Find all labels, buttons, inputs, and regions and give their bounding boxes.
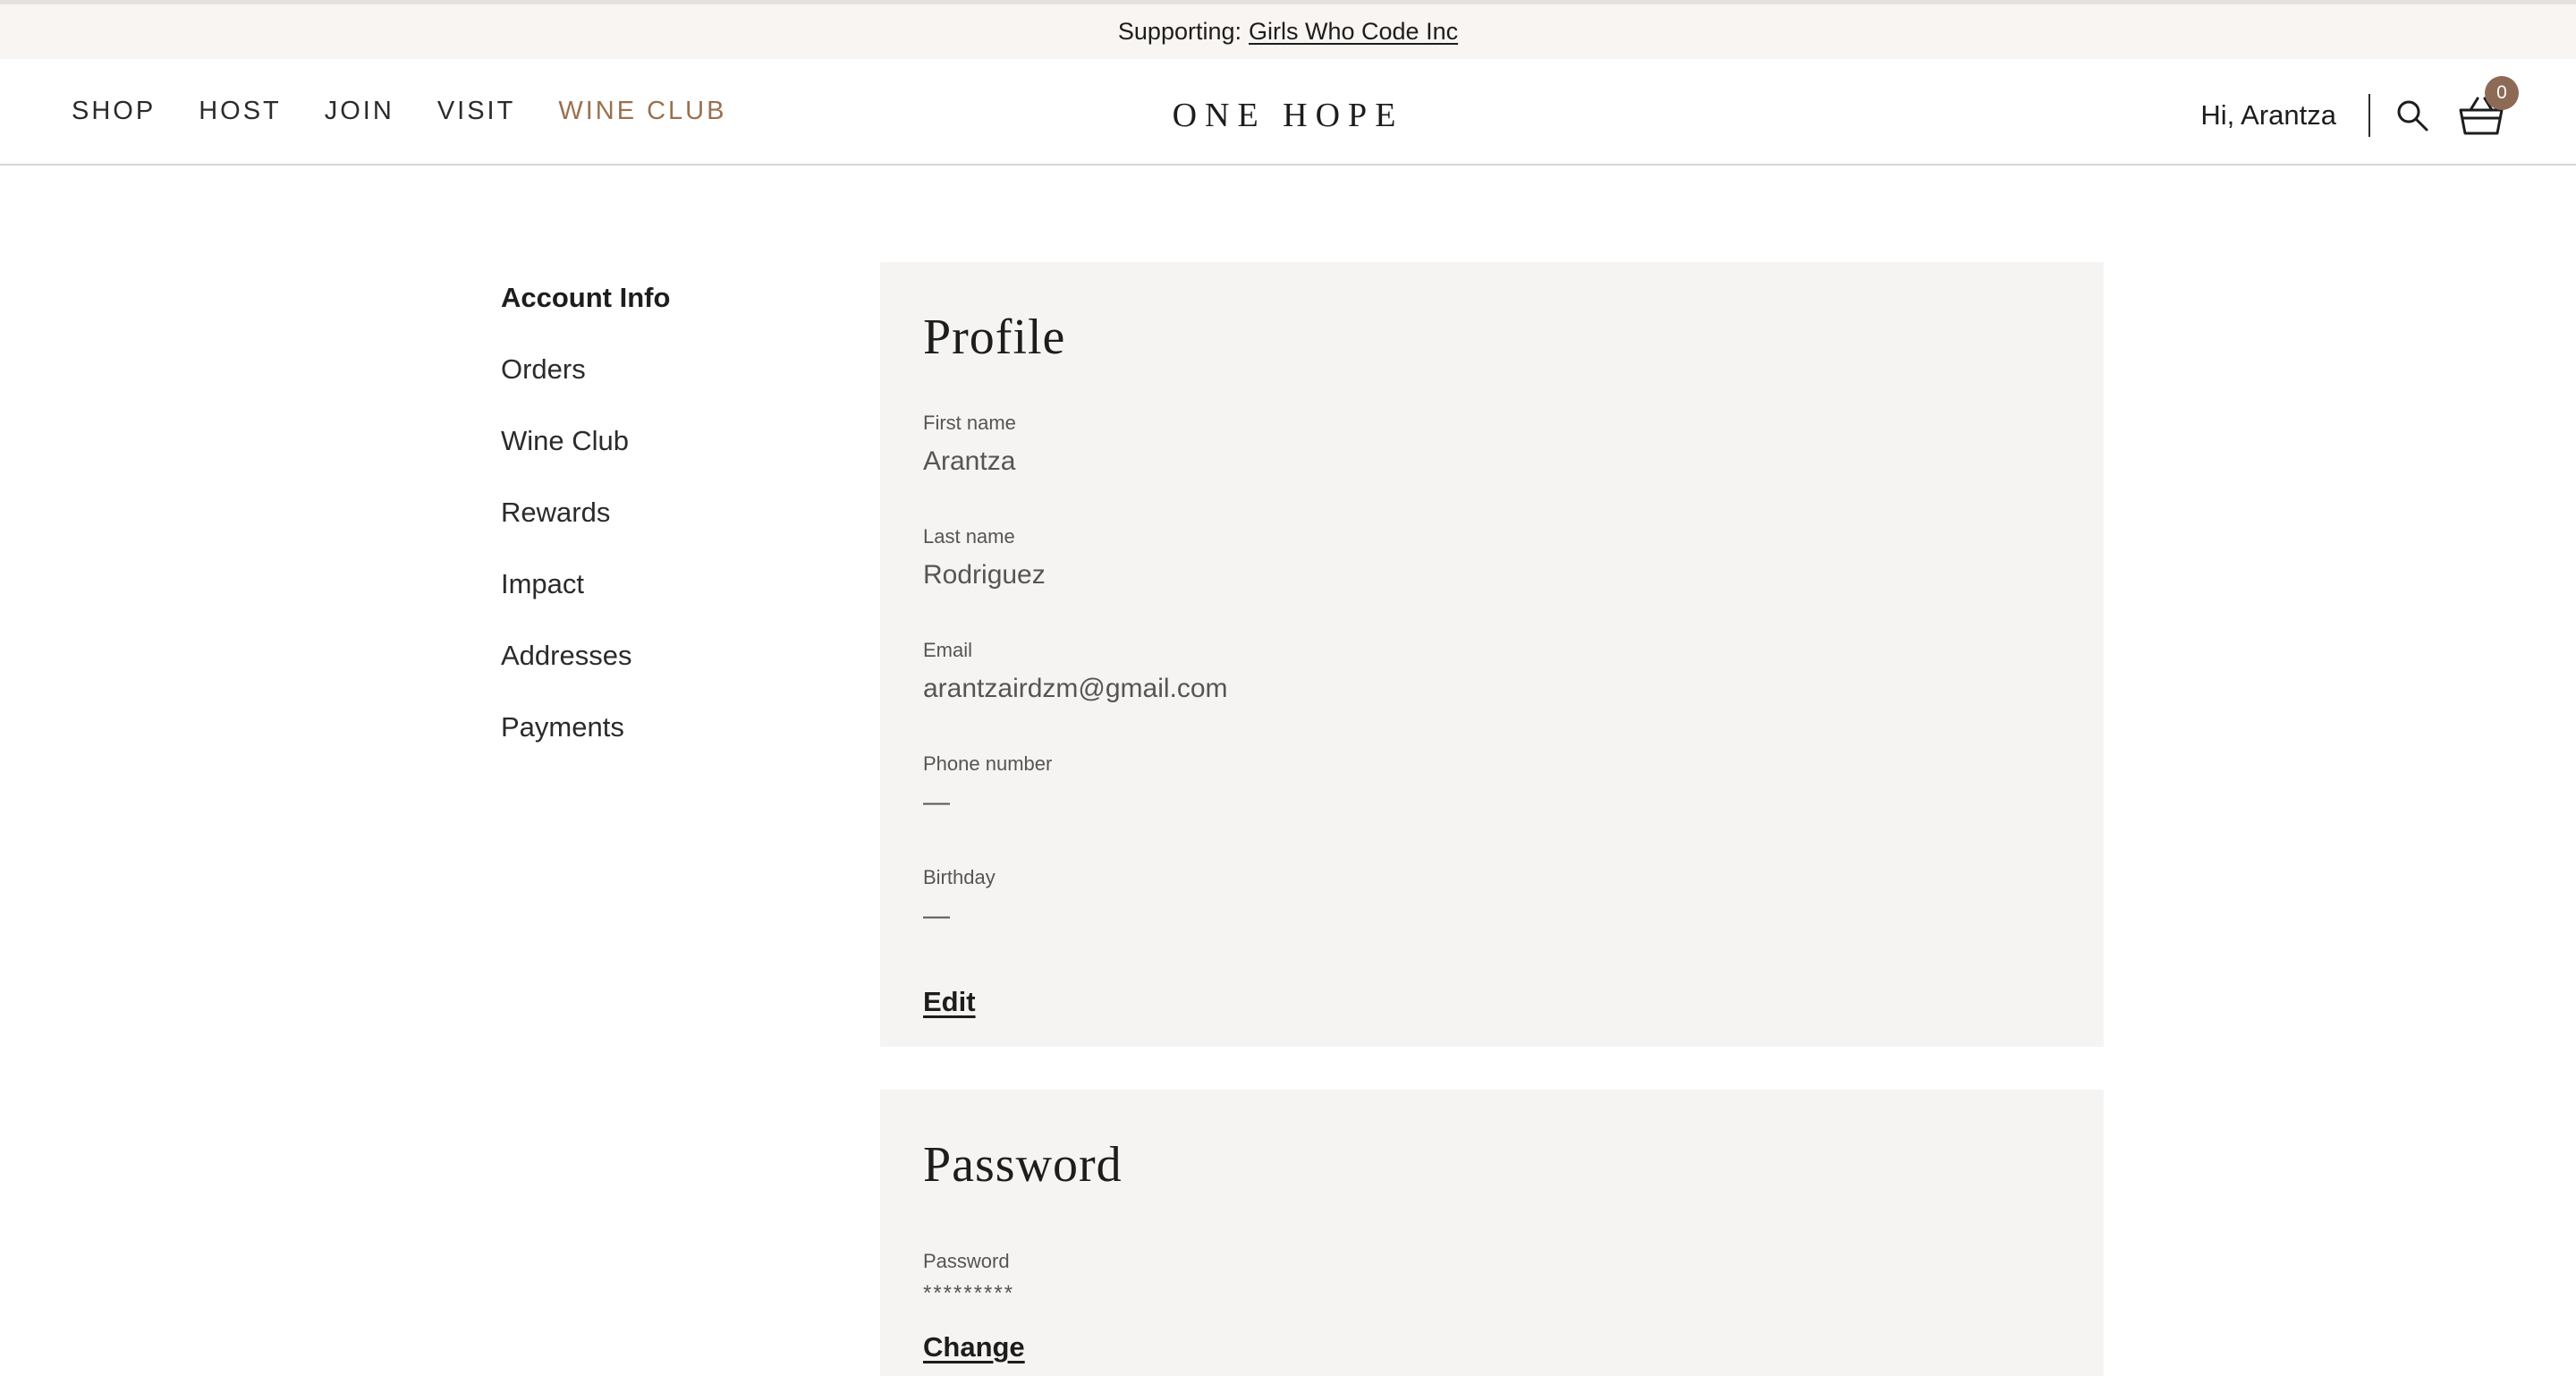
sidebar-item-orders[interactable]: Orders — [501, 340, 823, 412]
sidebar-item-payments[interactable]: Payments — [501, 698, 823, 769]
charity-link[interactable]: Girls Who Code Inc — [1249, 18, 1458, 46]
first-name-value: Arantza — [923, 446, 1016, 476]
cart-button[interactable]: 0 — [2458, 75, 2519, 139]
nav-visit[interactable]: VISIT — [437, 97, 516, 126]
account-sidebar: Account Info Orders Wine Club Rewards Im… — [501, 268, 823, 769]
nav-join[interactable]: JOIN — [325, 97, 394, 126]
password-card: Password Password ********* Change — [880, 1090, 2104, 1376]
birthday-value: — — [923, 901, 950, 930]
first-name-field: First name Arantza — [923, 407, 2104, 521]
profile-card: Profile First name Arantza Last name Rod… — [880, 262, 2104, 1047]
last-name-label: Last name — [923, 525, 1015, 548]
main-nav: SHOP HOST JOIN VISIT WINE CLUB — [72, 59, 769, 164]
last-name-value: Rodriguez — [923, 560, 1046, 590]
password-value: ********* — [923, 1281, 1015, 1305]
password-title: Password — [923, 1137, 1123, 1193]
first-name-label: First name — [923, 412, 1016, 434]
announcement-bar: Supporting: Girls Who Code Inc — [0, 0, 2576, 59]
sidebar-item-account-info[interactable]: Account Info — [501, 268, 823, 340]
last-name-field: Last name Rodriguez — [923, 521, 2104, 634]
cart-count-badge: 0 — [2485, 75, 2519, 110]
change-password-link[interactable]: Change — [923, 1331, 1025, 1363]
account-greeting[interactable]: Hi, Arantza — [2200, 99, 2336, 132]
nav-wine-club[interactable]: WINE CLUB — [558, 97, 726, 126]
profile-title: Profile — [923, 310, 1066, 365]
birthday-field: Birthday — — [923, 862, 2104, 975]
sidebar-item-addresses[interactable]: Addresses — [501, 626, 823, 698]
header-divider — [2368, 93, 2370, 137]
sidebar-item-rewards[interactable]: Rewards — [501, 483, 823, 555]
nav-host[interactable]: HOST — [199, 97, 282, 126]
phone-number-value: — — [923, 787, 950, 817]
site-header: SHOP HOST JOIN VISIT WINE CLUB ONE HOPE … — [0, 59, 2576, 166]
header-actions: Hi, Arantza 0 — [2200, 59, 2519, 171]
email-field: Email arantzairdzm@gmail.com — [923, 634, 2104, 748]
birthday-label: Birthday — [923, 866, 996, 888]
email-value: arantzairdzm@gmail.com — [923, 674, 1228, 703]
search-button[interactable] — [2394, 97, 2431, 134]
brand-logo[interactable]: ONE HOPE — [1160, 59, 1416, 171]
password-label: Password — [923, 1250, 1010, 1272]
supporting-label: Supporting: — [1117, 18, 1242, 45]
sidebar-item-impact[interactable]: Impact — [501, 555, 823, 626]
email-label: Email — [923, 639, 973, 661]
edit-profile-link[interactable]: Edit — [923, 986, 976, 1018]
phone-number-field: Phone number — — [923, 748, 2104, 862]
phone-number-label: Phone number — [923, 752, 1053, 775]
sidebar-item-wine-club[interactable]: Wine Club — [501, 412, 823, 483]
nav-shop[interactable]: SHOP — [72, 97, 156, 126]
search-icon — [2397, 100, 2428, 131]
